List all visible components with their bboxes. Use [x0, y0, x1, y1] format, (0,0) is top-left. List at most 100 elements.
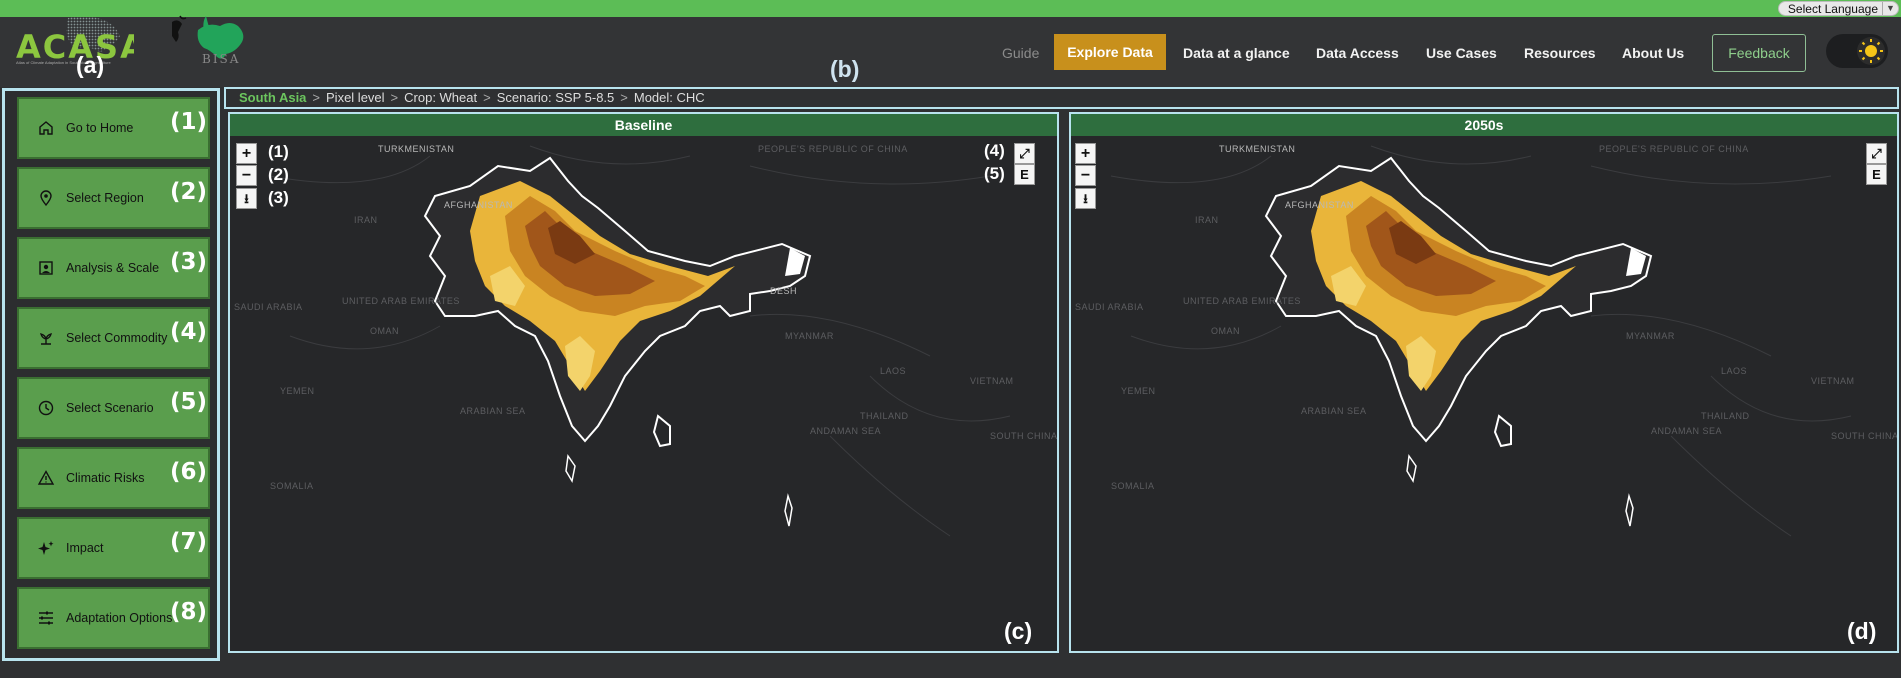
language-select[interactable]: Select Language ▼ — [1777, 1, 1899, 16]
map-label: MYANMAR — [1626, 331, 1675, 341]
map-label: TURKMENISTAN — [1219, 144, 1296, 154]
zoom-out-button[interactable]: − — [236, 165, 257, 186]
map-label: DESH — [770, 286, 798, 296]
map-label: ARABIAN SEA — [460, 406, 526, 416]
control-annotation: (3) — [268, 188, 289, 207]
top-strip — [0, 0, 1901, 17]
export-button[interactable]: E — [1866, 164, 1887, 185]
sun-icon — [1859, 39, 1883, 63]
map-label: OMAN — [370, 326, 399, 336]
south-asia-map — [269, 145, 1011, 537]
sidebar: Go to Home (1) Select Region (2) Analysi… — [2, 88, 220, 661]
sidebar-item-number: (3) — [169, 249, 207, 275]
map-label: SOMALIA — [1111, 481, 1155, 491]
map-label: SAUDI ARABIA — [234, 302, 303, 312]
sidebar-item-select-commodity[interactable]: Select Commodity (4) — [17, 307, 210, 369]
map-label: PEOPLE'S REPUBLIC OF CHINA — [758, 144, 908, 154]
sidebar-item-climatic-risks[interactable]: Climatic Risks (6) — [17, 447, 210, 509]
map-label: LAOS — [880, 366, 907, 376]
export-button[interactable]: E — [1014, 164, 1035, 185]
breadcrumb: South Asia > Pixel level > Crop: Wheat > Scena… — [224, 87, 1899, 109]
sidebar-item-select-scenario[interactable]: Select Scenario (5) — [17, 377, 210, 439]
fullscreen-button[interactable]: ⤢ — [1866, 143, 1887, 164]
map-canvas[interactable]: TURKMENISTAN AFGHANISTAN IRAN PEOPLE'S R… — [230, 136, 1057, 651]
acasa-logo[interactable]: ACASA Atlas of Climate Adaptation in Sou… — [16, 14, 134, 66]
map-label: YEMEN — [280, 386, 315, 396]
map-label: IRAN — [1195, 215, 1219, 225]
zoom-in-button[interactable]: + — [236, 143, 257, 164]
map-label: ARABIAN SEA — [1301, 406, 1367, 416]
breadcrumb-region[interactable]: South Asia — [239, 90, 306, 105]
south-asia-region — [1264, 156, 1653, 527]
sidebar-item-adaptation-options[interactable]: Adaptation Options (8) — [17, 587, 210, 649]
breadcrumb-model[interactable]: Model: CHC — [634, 90, 705, 105]
map-panel-2050s: 2050s TURKMENISTAN AFGHANISTAN IRAN PEOP… — [1069, 112, 1899, 653]
map-label: YEMEN — [1121, 386, 1156, 396]
nav-guide[interactable]: Guide — [1002, 45, 1039, 61]
sidebar-item-label: Impact — [66, 541, 104, 555]
sidebar-item-analysis-scale[interactable]: Analysis & Scale (3) — [17, 237, 210, 299]
map-label: VIETNAM — [1811, 376, 1855, 386]
sidebar-item-label: Select Scenario — [66, 401, 154, 415]
home-icon — [39, 121, 53, 135]
map-label: OMAN — [1211, 326, 1240, 336]
map-pin-icon — [40, 190, 52, 207]
sidebar-item-label: Select Region — [66, 191, 144, 205]
map-label: VIETNAM — [970, 376, 1014, 386]
bisa-logo[interactable]: BISA — [168, 12, 268, 72]
map-label: SOMALIA — [270, 481, 314, 491]
map-label: UNITED ARAB EMIRATES — [342, 296, 460, 306]
language-select-label: Select Language — [1787, 2, 1878, 16]
map-label: SAUDI ARABIA — [1075, 302, 1144, 312]
feedback-button[interactable]: Feedback — [1712, 34, 1806, 72]
nav-about-us[interactable]: About Us — [1622, 45, 1684, 61]
breadcrumb-scenario[interactable]: Scenario: SSP 5-8.5 — [497, 90, 615, 105]
bisa-wordmark: BISA — [202, 52, 241, 66]
map-label: MYANMAR — [785, 331, 834, 341]
download-button[interactable]: ⭳ — [236, 188, 257, 209]
map-label: SOUTH CHINA SEA — [1831, 431, 1899, 441]
breadcrumb-crop[interactable]: Crop: Wheat — [404, 90, 477, 105]
zoom-out-button[interactable]: − — [1075, 165, 1096, 186]
nav-use-cases[interactable]: Use Cases — [1426, 45, 1497, 61]
map-label: LAOS — [1721, 366, 1748, 376]
sidebar-item-number: (2) — [169, 179, 207, 205]
sidebar-item-number: (5) — [169, 389, 207, 415]
nav-explore-data[interactable]: Explore Data — [1054, 34, 1166, 70]
map-label: IRAN — [354, 215, 378, 225]
control-annotation: (1) — [268, 142, 289, 161]
breadcrumb-level[interactable]: Pixel level — [326, 90, 385, 105]
control-annotation: (2) — [268, 165, 289, 184]
sidebar-item-number: (8) — [169, 599, 207, 625]
control-annotation: (4) — [984, 141, 1005, 160]
map-label: THAILAND — [860, 411, 909, 421]
header — [0, 17, 1901, 87]
nav-resources[interactable]: Resources — [1524, 45, 1596, 61]
plant-icon — [40, 333, 52, 345]
download-button[interactable]: ⭳ — [1075, 188, 1096, 209]
map-label: PEOPLE'S REPUBLIC OF CHINA — [1599, 144, 1749, 154]
analysis-icon — [39, 261, 53, 275]
panel-title: 2050s — [1071, 114, 1897, 136]
zoom-in-button[interactable]: + — [1075, 143, 1096, 164]
sidebar-item-number: (6) — [169, 459, 207, 485]
map-label: ANDAMAN SEA — [810, 426, 882, 436]
theme-toggle[interactable] — [1826, 34, 1888, 68]
sidebar-item-select-region[interactable]: Select Region (2) — [17, 167, 210, 229]
map-canvas[interactable]: TURKMENISTAN AFGHANISTAN IRAN PEOPLE'S R… — [1071, 136, 1899, 651]
south-asia-region — [423, 156, 812, 527]
fullscreen-button[interactable]: ⤢ — [1014, 143, 1035, 164]
panel-title: Baseline — [230, 114, 1057, 136]
nav-data-access[interactable]: Data Access — [1316, 45, 1399, 61]
annotation-c: (c) — [1004, 618, 1033, 644]
theme-toggle-knob — [1857, 37, 1885, 65]
nav-data-at-a-glance[interactable]: Data at a glance — [1183, 45, 1290, 61]
acasa-logo-graphic: ACASA — [16, 16, 134, 66]
map-label: THAILAND — [1701, 411, 1750, 421]
clock-icon — [38, 400, 54, 416]
control-annotation: (5) — [984, 164, 1005, 183]
sidebar-item-go-to-home[interactable]: Go to Home (1) — [17, 97, 210, 159]
map-label: ANDAMAN SEA — [1651, 426, 1723, 436]
sidebar-item-impact[interactable]: Impact (7) — [17, 517, 210, 579]
sidebar-item-label: Adaptation Options — [66, 611, 173, 625]
